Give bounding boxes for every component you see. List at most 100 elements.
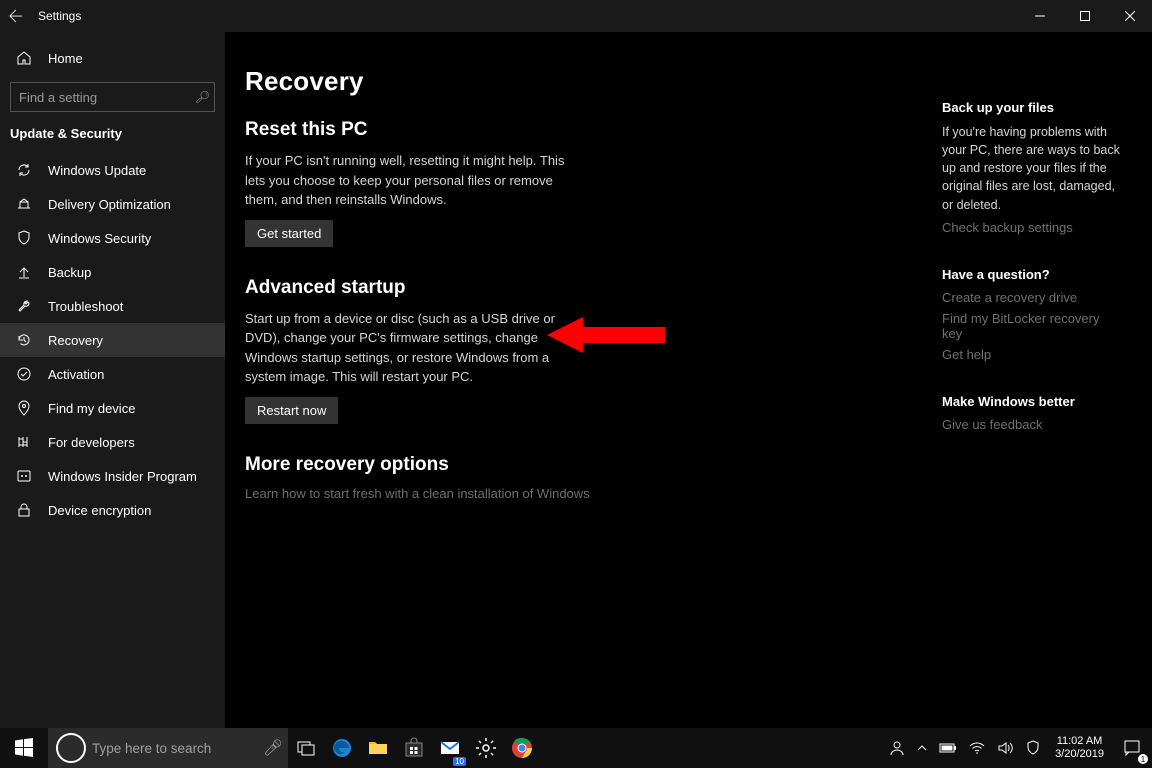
sidebar-item-windows-insider-program[interactable]: Windows Insider Program	[0, 459, 225, 493]
chrome-icon	[510, 736, 534, 760]
sidebar-item-activation[interactable]: Activation	[0, 357, 225, 391]
backup-block: Back up your files If you're having prob…	[942, 100, 1122, 235]
sidebar-item-backup[interactable]: Backup	[0, 255, 225, 289]
sidebar-item-windows-security[interactable]: Windows Security	[0, 221, 225, 255]
reset-heading: Reset this PC	[245, 119, 865, 141]
lock-icon	[16, 502, 32, 518]
content-area: Recovery Reset this PC If your PC isn't …	[225, 32, 1152, 728]
tray-overflow[interactable]	[911, 728, 933, 768]
arrow-left-icon	[9, 9, 23, 23]
tray-security[interactable]	[1019, 728, 1047, 768]
tray-battery[interactable]	[933, 728, 963, 768]
tray-wifi[interactable]	[963, 728, 991, 768]
edge-icon	[330, 736, 354, 760]
advanced-text: Start up from a device or disc (such as …	[245, 309, 585, 387]
right-column: Back up your files If you're having prob…	[942, 100, 1122, 464]
sidebar-item-label: Recovery	[48, 333, 103, 348]
minimize-button[interactable]	[1017, 0, 1062, 32]
taskbar-app-mail[interactable]: 10	[432, 728, 468, 768]
sidebar-item-recovery[interactable]: Recovery	[0, 323, 225, 357]
sidebar-item-label: Backup	[48, 265, 91, 280]
sidebar-item-label: Windows Update	[48, 163, 146, 178]
advanced-restart-now-button[interactable]: Restart now	[245, 397, 338, 424]
sidebar-item-label: For developers	[48, 435, 135, 450]
settings-window: Settings Home 🔍︎ Update & Security Windo…	[0, 0, 1152, 728]
sidebar-item-device-encryption[interactable]: Device encryption	[0, 493, 225, 527]
mail-badge: 10	[453, 757, 466, 766]
taskbar-app-store[interactable]	[396, 728, 432, 768]
more-heading: More recovery options	[245, 454, 865, 476]
sidebar-item-label: Delivery Optimization	[48, 197, 171, 212]
sidebar-item-for-developers[interactable]: For developers	[0, 425, 225, 459]
taskbar: Type here to search 🎤︎ 10 11:02 AM 3/20/…	[0, 728, 1152, 768]
better-block: Make Windows better Give us feedback	[942, 394, 1122, 432]
search-input[interactable]	[19, 90, 195, 105]
clock-time: 11:02 AM	[1057, 735, 1103, 748]
close-button[interactable]	[1107, 0, 1152, 32]
reset-text: If your PC isn't running well, resetting…	[245, 151, 585, 210]
sidebar-home[interactable]: Home	[0, 40, 225, 76]
clock-date: 3/20/2019	[1055, 748, 1104, 761]
location-icon	[16, 400, 32, 416]
taskbar-search-placeholder: Type here to search	[92, 741, 258, 756]
sidebar-search[interactable]: 🔍︎	[10, 82, 215, 112]
back-button[interactable]	[0, 0, 32, 32]
delivery-icon	[16, 196, 32, 212]
backup-settings-link[interactable]: Check backup settings	[942, 220, 1122, 235]
sidebar-item-label: Find my device	[48, 401, 135, 416]
shield-icon	[16, 230, 32, 246]
battery-icon	[939, 742, 957, 754]
sidebar-item-troubleshoot[interactable]: Troubleshoot	[0, 289, 225, 323]
reset-get-started-button[interactable]: Get started	[245, 220, 333, 247]
check-circle-icon	[16, 366, 32, 382]
taskbar-search[interactable]: Type here to search 🎤︎	[48, 728, 288, 768]
mic-icon[interactable]: 🎤︎	[258, 738, 288, 758]
question-link[interactable]: Get help	[942, 347, 1122, 362]
start-button[interactable]	[0, 728, 48, 768]
sidebar-item-windows-update[interactable]: Windows Update	[0, 153, 225, 187]
window-title: Settings	[38, 9, 81, 23]
more-clean-install-link[interactable]: Learn how to start fresh with a clean in…	[245, 486, 865, 501]
store-icon	[402, 736, 426, 760]
sidebar-nav: Windows Update Delivery Optimization Win…	[0, 153, 225, 728]
better-heading: Make Windows better	[942, 394, 1122, 409]
question-block: Have a question? Create a recovery drive…	[942, 267, 1122, 362]
gear-icon	[474, 736, 498, 760]
shield-small-icon	[1025, 740, 1041, 756]
insider-icon	[16, 468, 32, 484]
taskbar-app-edge[interactable]	[324, 728, 360, 768]
sidebar-home-label: Home	[48, 51, 83, 66]
taskview-button[interactable]	[288, 728, 324, 768]
question-link[interactable]: Create a recovery drive	[942, 290, 1122, 305]
maximize-button[interactable]	[1062, 0, 1107, 32]
tray-clock[interactable]: 11:02 AM 3/20/2019	[1047, 728, 1112, 768]
developer-icon	[16, 434, 32, 450]
backup-text: If you're having problems with your PC, …	[942, 123, 1122, 214]
sidebar-item-label: Device encryption	[48, 503, 151, 518]
sidebar-item-delivery-optimization[interactable]: Delivery Optimization	[0, 187, 225, 221]
home-icon	[16, 50, 32, 66]
sidebar-item-label: Windows Security	[48, 231, 151, 246]
cortana-icon	[56, 733, 86, 763]
people-icon	[889, 740, 905, 756]
search-icon: 🔍︎	[195, 90, 210, 104]
tray-people[interactable]	[883, 728, 911, 768]
folder-icon	[366, 736, 390, 760]
tray-action-center[interactable]: 1	[1112, 728, 1152, 768]
question-link[interactable]: Find my BitLocker recovery key	[942, 311, 1122, 341]
notification-icon	[1123, 739, 1141, 757]
question-heading: Have a question?	[942, 267, 1122, 282]
history-icon	[16, 332, 32, 348]
sidebar-section-heading: Update & Security	[0, 122, 225, 153]
volume-icon	[997, 740, 1013, 756]
taskbar-app-settings[interactable]	[468, 728, 504, 768]
wrench-icon	[16, 298, 32, 314]
taskbar-app-file-explorer[interactable]	[360, 728, 396, 768]
feedback-link[interactable]: Give us feedback	[942, 417, 1122, 432]
sidebar-item-label: Activation	[48, 367, 104, 382]
sync-icon	[16, 162, 32, 178]
tray-volume[interactable]	[991, 728, 1019, 768]
taskbar-app-chrome[interactable]	[504, 728, 540, 768]
sidebar-item-find-my-device[interactable]: Find my device	[0, 391, 225, 425]
titlebar: Settings	[0, 0, 1152, 32]
